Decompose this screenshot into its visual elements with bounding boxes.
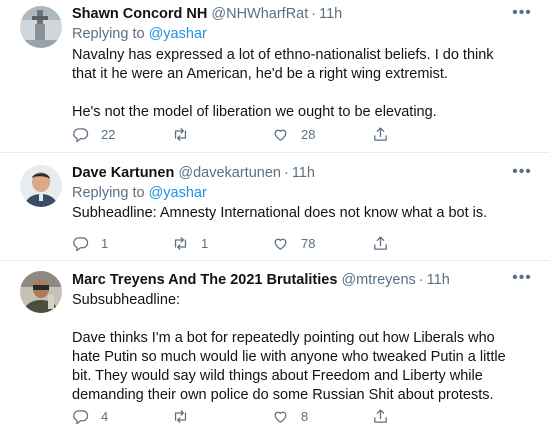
tweet[interactable]: Shawn Concord NH @NHWharfRat · 11h Replyin… — [0, 0, 550, 150]
retweet-button[interactable] — [172, 124, 201, 144]
tweet-paragraph: Subsubheadline: — [72, 292, 181, 308]
more-options-icon[interactable]: ••• — [512, 164, 532, 185]
reply-button[interactable]: 1 — [72, 233, 108, 253]
replying-to: Replying to @yashar — [72, 24, 520, 44]
avatar-image — [20, 6, 62, 48]
retweet-count: 1 — [201, 235, 209, 251]
avatar-image — [20, 271, 62, 313]
tweet-text: Subheadline: Amnesty International does … — [72, 204, 520, 223]
like-button[interactable]: 28 — [272, 124, 315, 144]
reply-icon — [73, 409, 89, 424]
mention-link[interactable]: @yashar — [149, 26, 207, 42]
like-button[interactable]: 78 — [272, 233, 315, 253]
avatar[interactable] — [20, 165, 62, 207]
share-button[interactable] — [372, 233, 389, 253]
user-handle[interactable]: @davekartunen — [178, 165, 281, 181]
retweet-icon — [174, 409, 187, 423]
user-handle[interactable]: @mtreyens — [341, 272, 415, 288]
mention-link[interactable]: @yashar — [149, 185, 207, 201]
like-count: 8 — [301, 408, 309, 424]
like-count: 78 — [301, 235, 316, 251]
replying-prefix: Replying to — [72, 185, 145, 201]
tweet-text: Subsubheadline: Dave thinks I'm a bot fo… — [72, 291, 520, 405]
replying-prefix: Replying to — [72, 26, 145, 42]
timestamp[interactable]: 11h — [319, 6, 342, 22]
reply-count: 22 — [101, 126, 116, 142]
tweet-text: Navalny has expressed a lot of ethno-nat… — [72, 46, 520, 122]
dot-separator: · — [283, 165, 289, 181]
display-name[interactable]: Marc Treyens And The 2021 Brutalities — [72, 272, 337, 288]
reply-button[interactable]: 4 — [72, 406, 108, 426]
share-button[interactable] — [372, 124, 389, 144]
more-options-icon[interactable]: ••• — [512, 5, 532, 26]
tweet-actions: 1 1 78 — [72, 233, 462, 253]
share-button[interactable] — [372, 406, 389, 426]
tweet-header: Dave Kartunen @davekartunen · 11h — [72, 163, 520, 183]
share-icon — [374, 126, 387, 141]
reply-icon — [73, 127, 89, 142]
tweet-paragraph: He's not the model of liberation we ough… — [72, 104, 437, 120]
like-count: 28 — [301, 126, 316, 142]
dot-separator: · — [418, 272, 424, 288]
display-name[interactable]: Shawn Concord NH — [72, 6, 207, 22]
reply-count: 1 — [101, 235, 109, 251]
reply-count: 4 — [101, 408, 109, 424]
tweet-header: Marc Treyens And The 2021 Brutalities @m… — [72, 270, 520, 290]
timestamp[interactable]: 11h — [427, 272, 450, 288]
like-button[interactable]: 8 — [272, 406, 308, 426]
tweet-paragraph: Dave thinks I'm a bot for repeatedly poi… — [72, 330, 506, 403]
display-name[interactable]: Dave Kartunen — [72, 165, 174, 181]
reply-icon — [73, 236, 89, 251]
tweet-header: Shawn Concord NH @NHWharfRat · 11h — [72, 4, 520, 24]
avatar[interactable] — [20, 6, 62, 48]
reply-button[interactable]: 22 — [72, 124, 115, 144]
avatar-image — [20, 165, 62, 207]
tweet-actions: 4 8 — [72, 406, 462, 426]
timestamp[interactable]: 11h — [292, 165, 315, 181]
avatar[interactable] — [20, 271, 62, 313]
like-icon — [274, 411, 287, 423]
like-icon — [274, 129, 287, 141]
dot-separator: · — [311, 6, 317, 22]
retweet-icon — [174, 127, 187, 141]
share-icon — [374, 408, 387, 423]
tweet-paragraph: Subheadline: Amnesty International does … — [72, 205, 488, 221]
tweet[interactable]: Marc Treyens And The 2021 Brutalities @m… — [0, 261, 550, 433]
tweet-actions: 22 28 — [72, 124, 462, 144]
tweet-paragraph: Navalny has expressed a lot of ethno-nat… — [72, 47, 494, 82]
replying-to: Replying to @yashar — [72, 183, 520, 203]
retweet-icon — [174, 236, 187, 250]
more-options-icon[interactable]: ••• — [512, 270, 532, 291]
retweet-button[interactable] — [172, 406, 201, 426]
retweet-button[interactable]: 1 — [172, 233, 208, 253]
tweet[interactable]: Dave Kartunen @davekartunen · 11h Replying… — [0, 153, 550, 259]
tweet-feed: Shawn Concord NH @NHWharfRat · 11h Replyin… — [0, 0, 550, 433]
user-handle[interactable]: @NHWharfRat — [211, 6, 308, 22]
share-icon — [374, 235, 387, 250]
like-icon — [274, 238, 287, 250]
